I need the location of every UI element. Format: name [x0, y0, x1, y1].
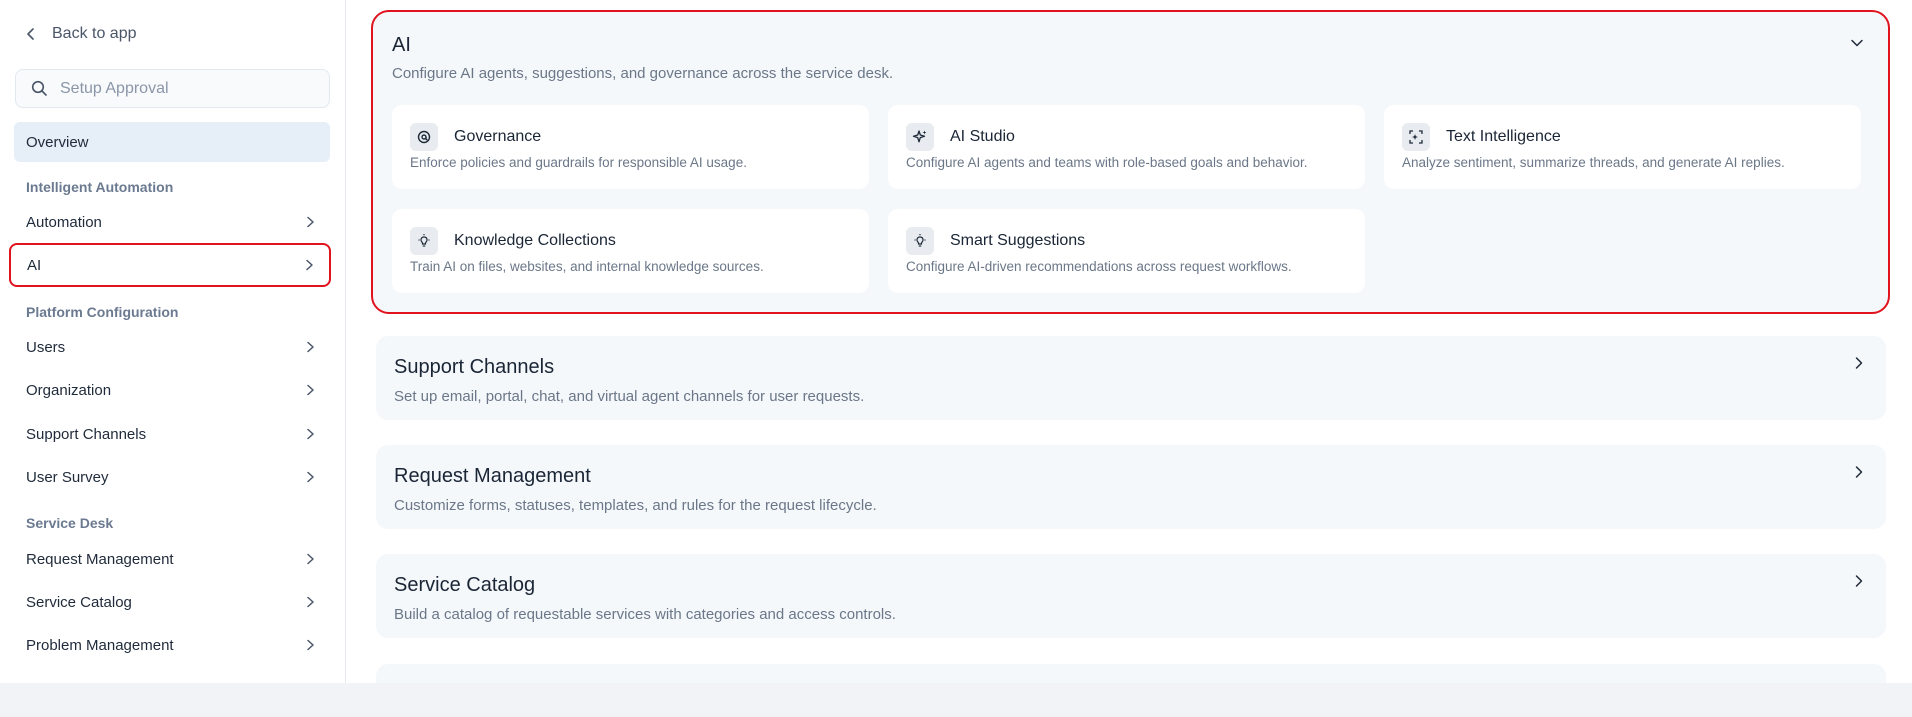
- sidebar-item-label: Problem Management: [26, 636, 174, 654]
- sidebar-item-label: Overview: [26, 133, 89, 151]
- section-title: Support Channels: [394, 356, 555, 378]
- card-description: Train AI on files, websites, and interna…: [410, 259, 764, 274]
- chevron-right-icon: [306, 259, 313, 271]
- app-root: Back to app Overview Intelligent Automat…: [0, 0, 1912, 717]
- card-governance[interactable]: Governance Enforce policies and guardrai…: [392, 105, 869, 189]
- sidebar-item-user-survey[interactable]: User Survey: [14, 457, 330, 497]
- chevron-right-icon: [307, 341, 314, 353]
- sidebar-item-label: Automation: [26, 213, 102, 231]
- governance-icon: [410, 123, 438, 151]
- sidebar-item-users[interactable]: Users: [14, 327, 330, 367]
- sidebar-item-ai[interactable]: AI: [9, 243, 331, 287]
- sidebar-item-label: Service Catalog: [26, 593, 132, 611]
- support-channels-section[interactable]: Support Channels Set up email, portal, c…: [376, 336, 1886, 420]
- card-title: Smart Suggestions: [950, 232, 1086, 249]
- sidebar-item-label: AI: [27, 256, 42, 274]
- sidebar-item-overview[interactable]: Overview: [14, 122, 330, 162]
- sidebar-item-service-catalog[interactable]: Service Catalog: [14, 582, 330, 622]
- lightbulb-icon: [906, 227, 934, 255]
- chevron-right-icon[interactable]: [1852, 356, 1866, 370]
- chevron-down-icon[interactable]: [1850, 36, 1864, 50]
- card-title: Knowledge Collections: [454, 232, 616, 249]
- section-description: Set up email, portal, chat, and virtual …: [394, 388, 865, 405]
- section-title: Service Catalog: [394, 574, 536, 596]
- sparkle-icon: [906, 123, 934, 151]
- text-scan-icon: [1402, 123, 1430, 151]
- section-label-platform-configuration: Platform Configuration: [26, 304, 179, 320]
- card-ai-studio[interactable]: AI Studio Configure AI agents and teams …: [888, 105, 1365, 189]
- sidebar-item-label: Request Management: [26, 550, 174, 568]
- section-description: Build a catalog of requestable services …: [394, 606, 896, 623]
- chevron-right-icon: [307, 216, 314, 228]
- search-icon: [31, 80, 47, 96]
- card-description: Configure AI agents and teams with role-…: [906, 155, 1308, 170]
- sidebar-item-label: Organization: [26, 381, 112, 399]
- ai-section-title: AI: [392, 34, 411, 56]
- chevron-right-icon: [307, 428, 314, 440]
- chevron-right-icon: [307, 596, 314, 608]
- sidebar-item-request-management[interactable]: Request Management: [14, 539, 330, 579]
- sidebar-item-label: Support Channels: [26, 425, 147, 443]
- chevron-left-icon: [27, 28, 34, 40]
- chevron-right-icon[interactable]: [1852, 465, 1866, 479]
- back-label: Back to app: [52, 25, 137, 42]
- section-label-service-desk: Service Desk: [26, 515, 114, 531]
- sidebar-item-problem-management[interactable]: Problem Management: [14, 625, 330, 665]
- chevron-right-icon: [307, 639, 314, 651]
- back-to-app-link[interactable]: Back to app: [24, 22, 137, 46]
- search-box: [15, 69, 330, 108]
- card-title: AI Studio: [950, 128, 1015, 145]
- card-description: Enforce policies and guardrails for resp…: [410, 155, 747, 170]
- section-label-intelligent-automation: Intelligent Automation: [26, 179, 174, 195]
- sidebar: Back to app Overview Intelligent Automat…: [0, 0, 346, 683]
- service-catalog-section[interactable]: Service Catalog Build a catalog of reque…: [376, 554, 1886, 638]
- sidebar-item-automation[interactable]: Automation: [14, 202, 330, 242]
- card-text-intelligence[interactable]: Text Intelligence Analyze sentiment, sum…: [1384, 105, 1861, 189]
- ai-section: AI Configure AI agents, suggestions, and…: [371, 10, 1890, 314]
- card-title: Governance: [454, 128, 542, 145]
- request-management-section[interactable]: Request Management Customize forms, stat…: [376, 445, 1886, 529]
- chevron-right-icon: [307, 384, 314, 396]
- bottom-bar: [0, 683, 1912, 717]
- card-smart-suggestions[interactable]: Smart Suggestions Configure AI-driven re…: [888, 209, 1365, 293]
- search-input[interactable]: [60, 79, 310, 98]
- sidebar-item-label: User Survey: [26, 468, 109, 486]
- card-knowledge-collections[interactable]: Knowledge Collections Train AI on files,…: [392, 209, 869, 293]
- chevron-right-icon[interactable]: [1852, 574, 1866, 588]
- section-description: Customize forms, statuses, templates, an…: [394, 497, 877, 514]
- main-content: AI Configure AI agents, suggestions, and…: [347, 0, 1912, 683]
- card-title: Text Intelligence: [1446, 128, 1561, 145]
- chevron-right-icon: [307, 471, 314, 483]
- card-description: Analyze sentiment, summarize threads, an…: [1402, 155, 1785, 170]
- sidebar-item-organization[interactable]: Organization: [14, 370, 330, 410]
- lightbulb-icon: [410, 227, 438, 255]
- sidebar-item-label: Users: [26, 338, 66, 356]
- card-description: Configure AI-driven recommendations acro…: [906, 259, 1292, 274]
- sidebar-item-support-channels[interactable]: Support Channels: [14, 414, 330, 454]
- section-title: Request Management: [394, 465, 591, 487]
- ai-section-description: Configure AI agents, suggestions, and go…: [392, 65, 894, 82]
- next-section-partial[interactable]: [376, 664, 1886, 683]
- chevron-right-icon: [307, 553, 314, 565]
